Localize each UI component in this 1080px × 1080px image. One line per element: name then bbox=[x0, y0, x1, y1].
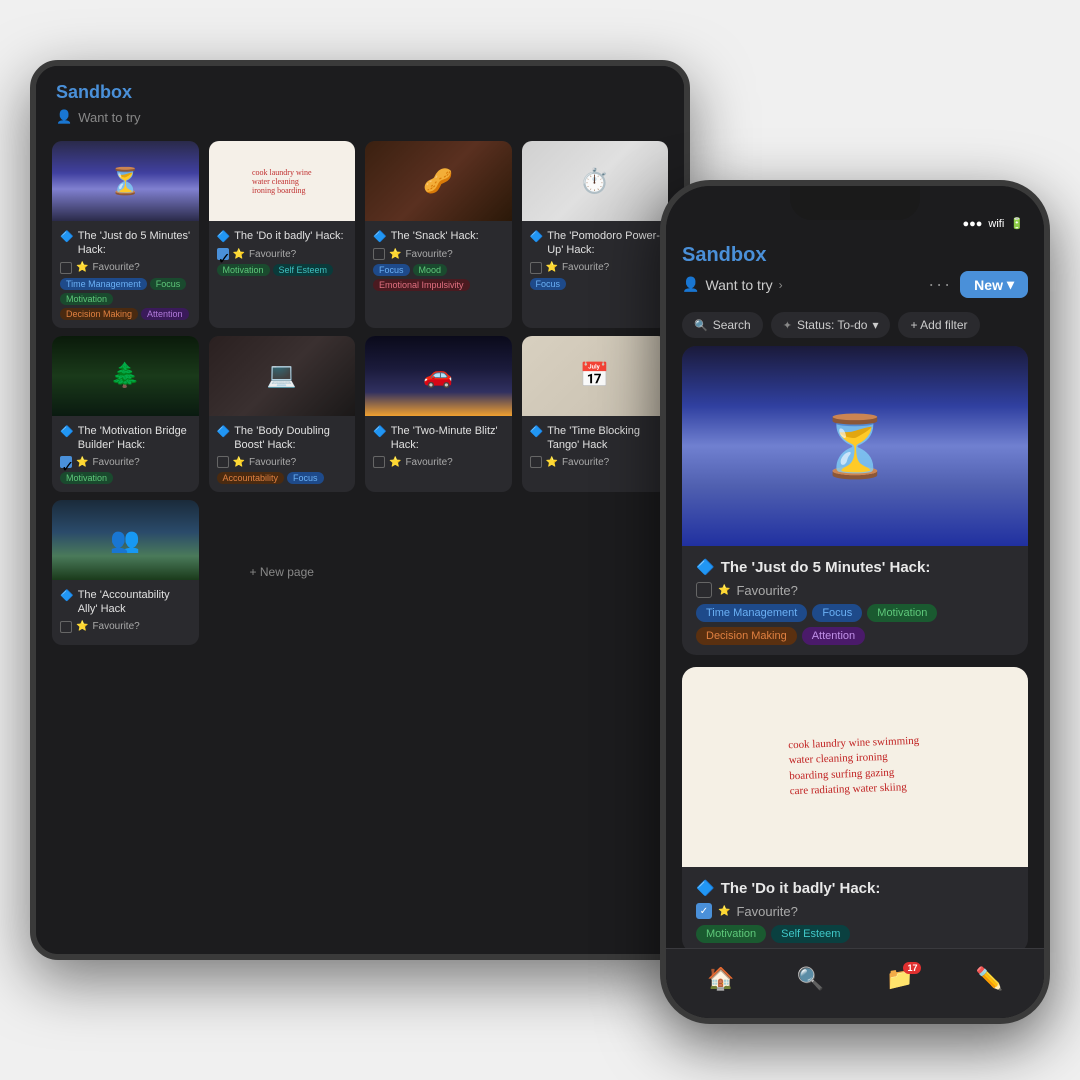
library-badge: 17 bbox=[903, 962, 921, 974]
tablet-card-accountability[interactable]: 👥 🔷 The 'Accountability Ally' Hack ⭐ Fav… bbox=[52, 500, 199, 645]
tablet-card-do-badly[interactable]: cook laundry winewater cleaningironing b… bbox=[209, 141, 356, 328]
phone-checkbox-checked[interactable]: ✓ bbox=[696, 903, 712, 919]
tablet-grid-row1: ⏳ 🔷 The 'Just do 5 Minutes' Hack: ⭐ Favo… bbox=[36, 133, 684, 336]
nav-home[interactable]: 🏠 bbox=[707, 966, 734, 992]
tablet-grid-row3: 👥 🔷 The 'Accountability Ally' Hack ⭐ Fav… bbox=[36, 500, 684, 653]
search-nav-icon: 🔍 bbox=[797, 966, 824, 992]
chevron-status-icon: ▾ bbox=[872, 318, 878, 332]
nav-library[interactable]: 📁 17 bbox=[886, 966, 913, 992]
tablet-section-title: 👤 Want to try bbox=[56, 109, 664, 125]
phone-header: Sandbox 👤 Want to try › ··· New ▾ bbox=[666, 236, 1044, 312]
home-icon: 🏠 bbox=[707, 966, 734, 992]
checkbox-unchecked[interactable] bbox=[60, 262, 72, 274]
person-icon-phone: 👤 bbox=[682, 276, 699, 293]
tablet-header: Sandbox 👤 Want to try bbox=[36, 66, 684, 133]
tablet-screen: Sandbox 👤 Want to try ⏳ 🔷 The 'Just do 5… bbox=[36, 66, 684, 954]
person-icon: 👤 bbox=[56, 109, 72, 125]
new-page-container: + New page bbox=[209, 500, 356, 645]
phone-screen: ●●● wifi 🔋 Sandbox 👤 Want to try › ··· N… bbox=[666, 186, 1044, 1018]
phone-content: ⏳ 🔷 The 'Just do 5 Minutes' Hack: ⭐ Favo… bbox=[666, 346, 1044, 948]
phone-card-do-badly[interactable]: cook laundry wine swimming water cleanin… bbox=[682, 667, 1028, 948]
phone-app-title: Sandbox bbox=[682, 244, 1028, 267]
tablet-card-two-minute[interactable]: 🚗 🔷 The 'Two-Minute Blitz' Hack: ⭐ Favou… bbox=[365, 336, 512, 493]
phone-bottom-nav: 🏠 🔍 📁 17 ✏️ bbox=[666, 948, 1044, 1018]
phone-checkbox-unchecked[interactable] bbox=[696, 582, 712, 598]
signal-icon: ●●● bbox=[962, 218, 982, 230]
nav-compose[interactable]: ✏️ bbox=[976, 966, 1003, 992]
phone-notch bbox=[790, 186, 920, 220]
tablet-device: Sandbox 👤 Want to try ⏳ 🔷 The 'Just do 5… bbox=[30, 60, 690, 960]
tablet-card-snack[interactable]: 🥜 🔷 The 'Snack' Hack: ⭐ Favourite? Focus… bbox=[365, 141, 512, 328]
phone-filters: 🔍 Search ✦ Status: To-do ▾ + Add filter bbox=[666, 312, 1044, 346]
grid-icon-phone: 🔷 bbox=[696, 558, 715, 576]
nav-search[interactable]: 🔍 bbox=[797, 966, 824, 992]
tablet-card-time-blocking[interactable]: 📅 🔷 The 'Time Blocking Tango' Hack ⭐ Fav… bbox=[522, 336, 669, 493]
phone-section-label[interactable]: Want to try bbox=[705, 277, 772, 293]
search-icon: 🔍 bbox=[694, 319, 708, 332]
status-filter-button[interactable]: ✦ Status: To-do ▾ bbox=[771, 312, 891, 338]
chevron-down-small-icon: ▾ bbox=[1007, 276, 1014, 293]
compose-icon: ✏️ bbox=[976, 966, 1003, 992]
tablet-grid-row2: 🌲 🔷 The 'Motivation Bridge Builder' Hack… bbox=[36, 336, 684, 501]
tablet-app-title: Sandbox bbox=[56, 82, 664, 103]
battery-icon: 🔋 bbox=[1010, 217, 1024, 230]
grid-icon-phone-2: 🔷 bbox=[696, 879, 715, 897]
phone-device: ●●● wifi 🔋 Sandbox 👤 Want to try › ··· N… bbox=[660, 180, 1050, 1024]
grid-icon: 🔷 bbox=[60, 230, 74, 244]
new-button[interactable]: New ▾ bbox=[960, 271, 1028, 298]
tablet-card-motivation-bridge[interactable]: 🌲 🔷 The 'Motivation Bridge Builder' Hack… bbox=[52, 336, 199, 493]
tablet-card-body-doubling[interactable]: 💻 🔷 The 'Body Doubling Boost' Hack: ⭐ Fa… bbox=[209, 336, 356, 493]
phone-section-actions: ··· New ▾ bbox=[928, 271, 1028, 298]
phone-card-just-do-5[interactable]: ⏳ 🔷 The 'Just do 5 Minutes' Hack: ⭐ Favo… bbox=[682, 346, 1028, 655]
more-options-icon[interactable]: ··· bbox=[928, 274, 952, 295]
phone-section-row: 👤 Want to try › ··· New ▾ bbox=[682, 271, 1028, 298]
add-filter-button[interactable]: + Add filter bbox=[898, 312, 979, 338]
new-page-button[interactable]: + New page bbox=[250, 542, 314, 602]
checkbox-unchecked[interactable] bbox=[373, 248, 385, 260]
phone-section-left: 👤 Want to try › bbox=[682, 276, 783, 293]
tablet-card-pomodoro[interactable]: ⏱️ 🔷 The 'Pomodoro Power-Up' Hack: ⭐ Fav… bbox=[522, 141, 669, 328]
chevron-down-icon: › bbox=[779, 278, 783, 292]
checkbox-checked[interactable]: ✓ bbox=[217, 248, 229, 260]
status-icon: ✦ bbox=[783, 319, 792, 332]
tablet-card-just-do-5[interactable]: ⏳ 🔷 The 'Just do 5 Minutes' Hack: ⭐ Favo… bbox=[52, 141, 199, 328]
search-filter-button[interactable]: 🔍 Search bbox=[682, 312, 763, 338]
wifi-icon: wifi bbox=[988, 218, 1004, 230]
